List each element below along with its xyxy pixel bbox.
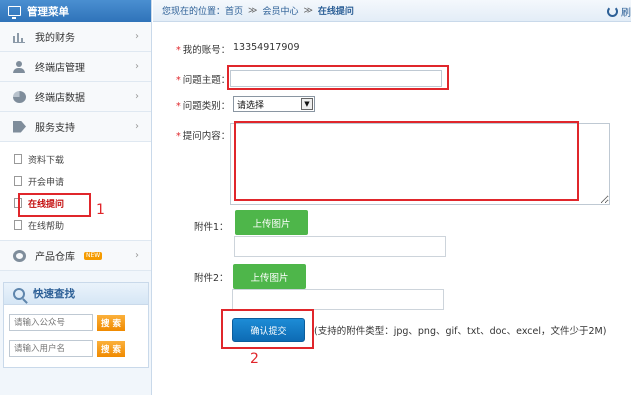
- upload-image-button-1[interactable]: 上传图片: [235, 210, 308, 235]
- required-asterisk: *: [176, 131, 181, 142]
- submenu-item-label: 在线帮助: [28, 221, 65, 232]
- pie-icon: [13, 90, 26, 103]
- search-row-user: 搜 索: [4, 340, 148, 357]
- account-value: 13354917909: [233, 42, 300, 53]
- submenu-item-label: 开会申请: [28, 177, 65, 188]
- attachment2-file-field[interactable]: [232, 289, 444, 310]
- breadcrumb-separator: ≫: [303, 5, 313, 16]
- content-label-text: 提问内容：: [182, 131, 231, 142]
- category-selected-value: 请选择: [237, 100, 265, 111]
- quick-search-header: 快速查找: [4, 283, 148, 305]
- account-label-text: 我的账号：: [182, 45, 231, 56]
- tag-icon: [13, 120, 26, 133]
- user-icon: [13, 60, 26, 73]
- sidebar-item-label: 我的财务: [35, 33, 75, 44]
- sidebar-item-store-data[interactable]: 终端店数据 ›: [0, 82, 151, 112]
- sidebar-item-label: 终端店数据: [35, 93, 85, 104]
- refresh-button[interactable]: 刷: [607, 4, 631, 19]
- submenu-item-online-help[interactable]: 在线帮助: [0, 214, 151, 236]
- annotation-number-2: 2: [250, 351, 259, 367]
- chevron-right-icon: ›: [135, 31, 139, 42]
- upload-image-button-2[interactable]: 上传图片: [233, 264, 306, 289]
- service-submenu: 资料下载 开会申请 在线提问 在线帮助: [0, 142, 151, 241]
- sidebar-header: 管理菜单: [0, 0, 151, 22]
- dropdown-arrow-icon: ▼: [301, 98, 313, 110]
- chevron-right-icon: ›: [135, 121, 139, 132]
- breadcrumb: 您现在的位置： 首页 ≫ 会员中心 ≫ 在线提问 刷: [153, 0, 631, 22]
- annotation-box-topic: [227, 65, 449, 90]
- attachment1-file-field[interactable]: [234, 236, 446, 257]
- required-asterisk: *: [176, 45, 181, 56]
- submenu-item-downloads[interactable]: 资料下载: [0, 148, 151, 170]
- attachment2-label: 附件2：: [194, 273, 229, 284]
- attachment-type-hint: (支持的附件类型：jpg、png、gif、txt、doc、excel，文件少于2…: [314, 326, 607, 337]
- breadcrumb-member-center[interactable]: 会员中心: [262, 4, 298, 17]
- magnifier-icon: [13, 287, 25, 300]
- document-icon: [14, 220, 22, 230]
- account-label: * 我的账号：: [176, 42, 230, 56]
- question-form: * 我的账号： 13354917909 * 问题主题： * 问题类别： 请选择 ▼ *…: [153, 22, 631, 395]
- sidebar-item-label: 产品仓库: [35, 252, 75, 263]
- refresh-label: 刷: [621, 8, 631, 19]
- document-icon: [14, 154, 22, 164]
- breadcrumb-prefix: 您现在的位置：: [162, 7, 226, 17]
- sidebar-item-label: 服务支持: [35, 123, 75, 134]
- sidebar-item-product-warehouse[interactable]: 产品仓库 NEW ›: [0, 241, 151, 271]
- search-public-button[interactable]: 搜 索: [97, 314, 125, 331]
- sidebar-item-service-support[interactable]: 服务支持 ›: [0, 112, 151, 142]
- document-icon: [14, 176, 22, 186]
- page: 管理菜单 我的财务 › 终端店管理 › 终端店数据 › 服务支持 › 资料下载: [0, 0, 631, 395]
- breadcrumb-separator: ≫: [248, 5, 258, 16]
- topic-label: * 问题主题：: [176, 72, 230, 86]
- chevron-right-icon: ›: [135, 250, 139, 261]
- submenu-item-label: 资料下载: [28, 155, 65, 166]
- required-asterisk: *: [176, 75, 181, 86]
- quick-search-panel: 快速查找 搜 索 搜 索: [3, 282, 149, 368]
- topic-label-text: 问题主题：: [182, 75, 231, 86]
- annotation-box-content: [234, 121, 579, 201]
- username-search-input[interactable]: [9, 340, 93, 357]
- search-user-button[interactable]: 搜 索: [97, 340, 125, 357]
- category-select[interactable]: 请选择 ▼: [233, 96, 315, 112]
- submenu-item-meeting-request[interactable]: 开会申请: [0, 170, 151, 192]
- search-row-public: 搜 索: [4, 314, 148, 331]
- breadcrumb-home[interactable]: 首页: [225, 4, 243, 17]
- public-account-search-input[interactable]: [9, 314, 93, 331]
- finance-icon: [13, 30, 26, 43]
- required-asterisk: *: [176, 101, 181, 112]
- chevron-right-icon: ›: [135, 91, 139, 102]
- sidebar-item-finance[interactable]: 我的财务 ›: [0, 22, 151, 52]
- refresh-icon: [607, 6, 618, 17]
- monitor-icon: [8, 6, 21, 19]
- breadcrumb-current: 在线提问: [317, 7, 354, 17]
- category-label: * 问题类别：: [176, 98, 230, 112]
- chevron-right-icon: ›: [135, 61, 139, 72]
- annotation-box-1: [18, 193, 91, 217]
- content-label: * 提问内容：: [176, 128, 230, 142]
- category-label-text: 问题类别：: [182, 101, 231, 112]
- sidebar-item-store-management[interactable]: 终端店管理 ›: [0, 52, 151, 82]
- attachment1-label: 附件1：: [194, 222, 229, 233]
- annotation-number-1: 1: [96, 202, 105, 218]
- annotation-box-submit: [221, 309, 314, 349]
- sidebar-title: 管理菜单: [27, 5, 69, 18]
- new-badge: NEW: [84, 251, 103, 260]
- quick-search-title: 快速查找: [33, 288, 75, 300]
- gear-icon: [13, 249, 26, 262]
- sidebar-item-label: 终端店管理: [35, 63, 85, 74]
